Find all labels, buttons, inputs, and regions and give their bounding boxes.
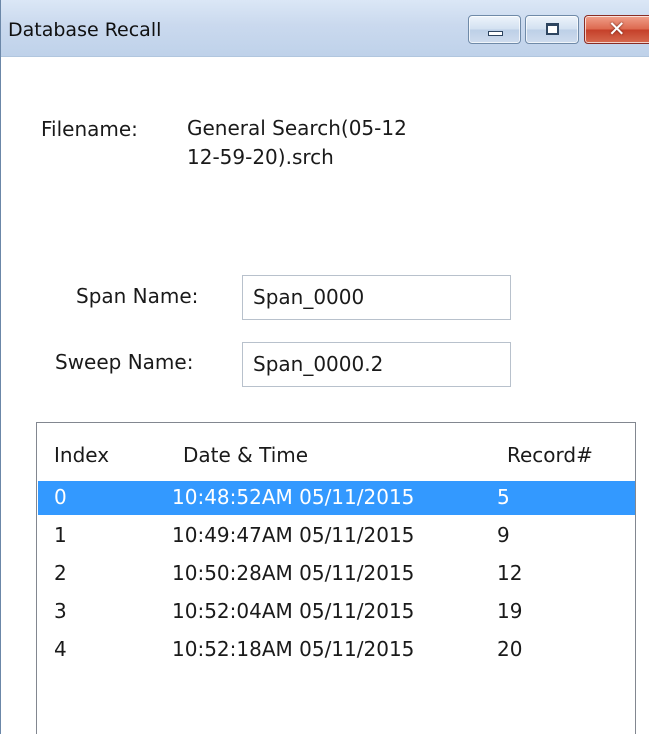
row-datetime-cell: 10:52:18AM 05/11/2015 [172,637,415,661]
span-name-label: Span Name: [76,284,199,308]
row-index-cell: 1 [54,523,67,547]
window-title: Database Recall [8,19,162,41]
minimize-button[interactable] [468,15,521,44]
row-record-cell: 19 [497,599,523,623]
row-datetime-cell: 10:48:52AM 05/11/2015 [172,485,415,509]
row-index-cell: 3 [54,599,67,623]
table-row[interactable]: 3 10:52:04AM 05/11/2015 19 [38,595,635,629]
row-record-cell: 9 [497,523,510,547]
filename-value-line2: 12-59-20).srch [187,145,334,169]
records-list[interactable]: Index Date & Time Record# 0 10:48:52AM 0… [36,422,636,734]
column-header-record[interactable]: Record# [507,443,593,467]
table-row[interactable]: 4 10:52:18AM 05/11/2015 20 [38,633,635,667]
row-datetime-cell: 10:49:47AM 05/11/2015 [172,523,415,547]
row-datetime-cell: 10:52:04AM 05/11/2015 [172,599,415,623]
title-bar[interactable]: Database Recall ✕ [1,0,649,57]
row-datetime-cell: 10:50:28AM 05/11/2015 [172,561,415,585]
row-record-cell: 12 [497,561,523,585]
table-row[interactable]: 1 10:49:47AM 05/11/2015 9 [38,519,635,553]
filename-value: General Search(05-12 12-59-20).srch [187,114,407,172]
row-index-cell: 2 [54,561,67,585]
row-index-cell: 0 [54,485,67,509]
sweep-name-label: Sweep Name: [55,350,194,374]
maximize-button[interactable] [525,15,579,44]
table-row[interactable]: 2 10:50:28AM 05/11/2015 12 [38,557,635,591]
filename-value-line1: General Search(05-12 [187,116,407,140]
database-recall-window: Database Recall ✕ Filename: General Sear… [0,0,649,734]
maximize-icon [546,23,559,35]
span-name-field[interactable]: Span_0000 [242,275,511,320]
close-button[interactable]: ✕ [584,15,649,44]
sweep-name-field[interactable]: Span_0000.2 [242,342,511,387]
filename-label: Filename: [41,117,138,141]
list-header: Index Date & Time Record# [37,423,635,486]
column-header-index[interactable]: Index [54,443,109,467]
row-index-cell: 4 [54,637,67,661]
column-header-date-time[interactable]: Date & Time [183,443,308,467]
close-icon: ✕ [608,17,626,41]
row-record-cell: 20 [497,637,523,661]
minimize-icon [488,31,503,36]
table-row[interactable]: 0 10:48:52AM 05/11/2015 5 [38,481,635,515]
row-record-cell: 5 [497,485,510,509]
